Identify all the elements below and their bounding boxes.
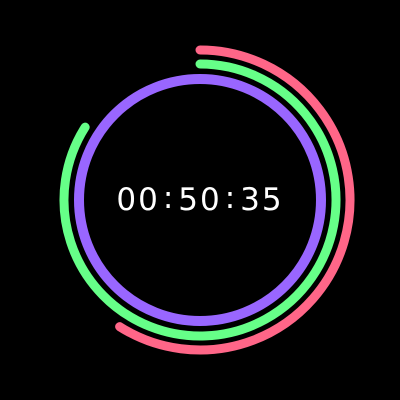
time-readout: 00 : 50 : 35 [0,178,400,222]
minutes-value: 50 [178,182,222,218]
time-separator: : [224,180,238,216]
hours-value: 00 [116,182,160,218]
seconds-value: 35 [240,182,284,218]
timer-screen: 00 : 50 : 35 [0,0,400,400]
time-separator: : [162,180,176,216]
